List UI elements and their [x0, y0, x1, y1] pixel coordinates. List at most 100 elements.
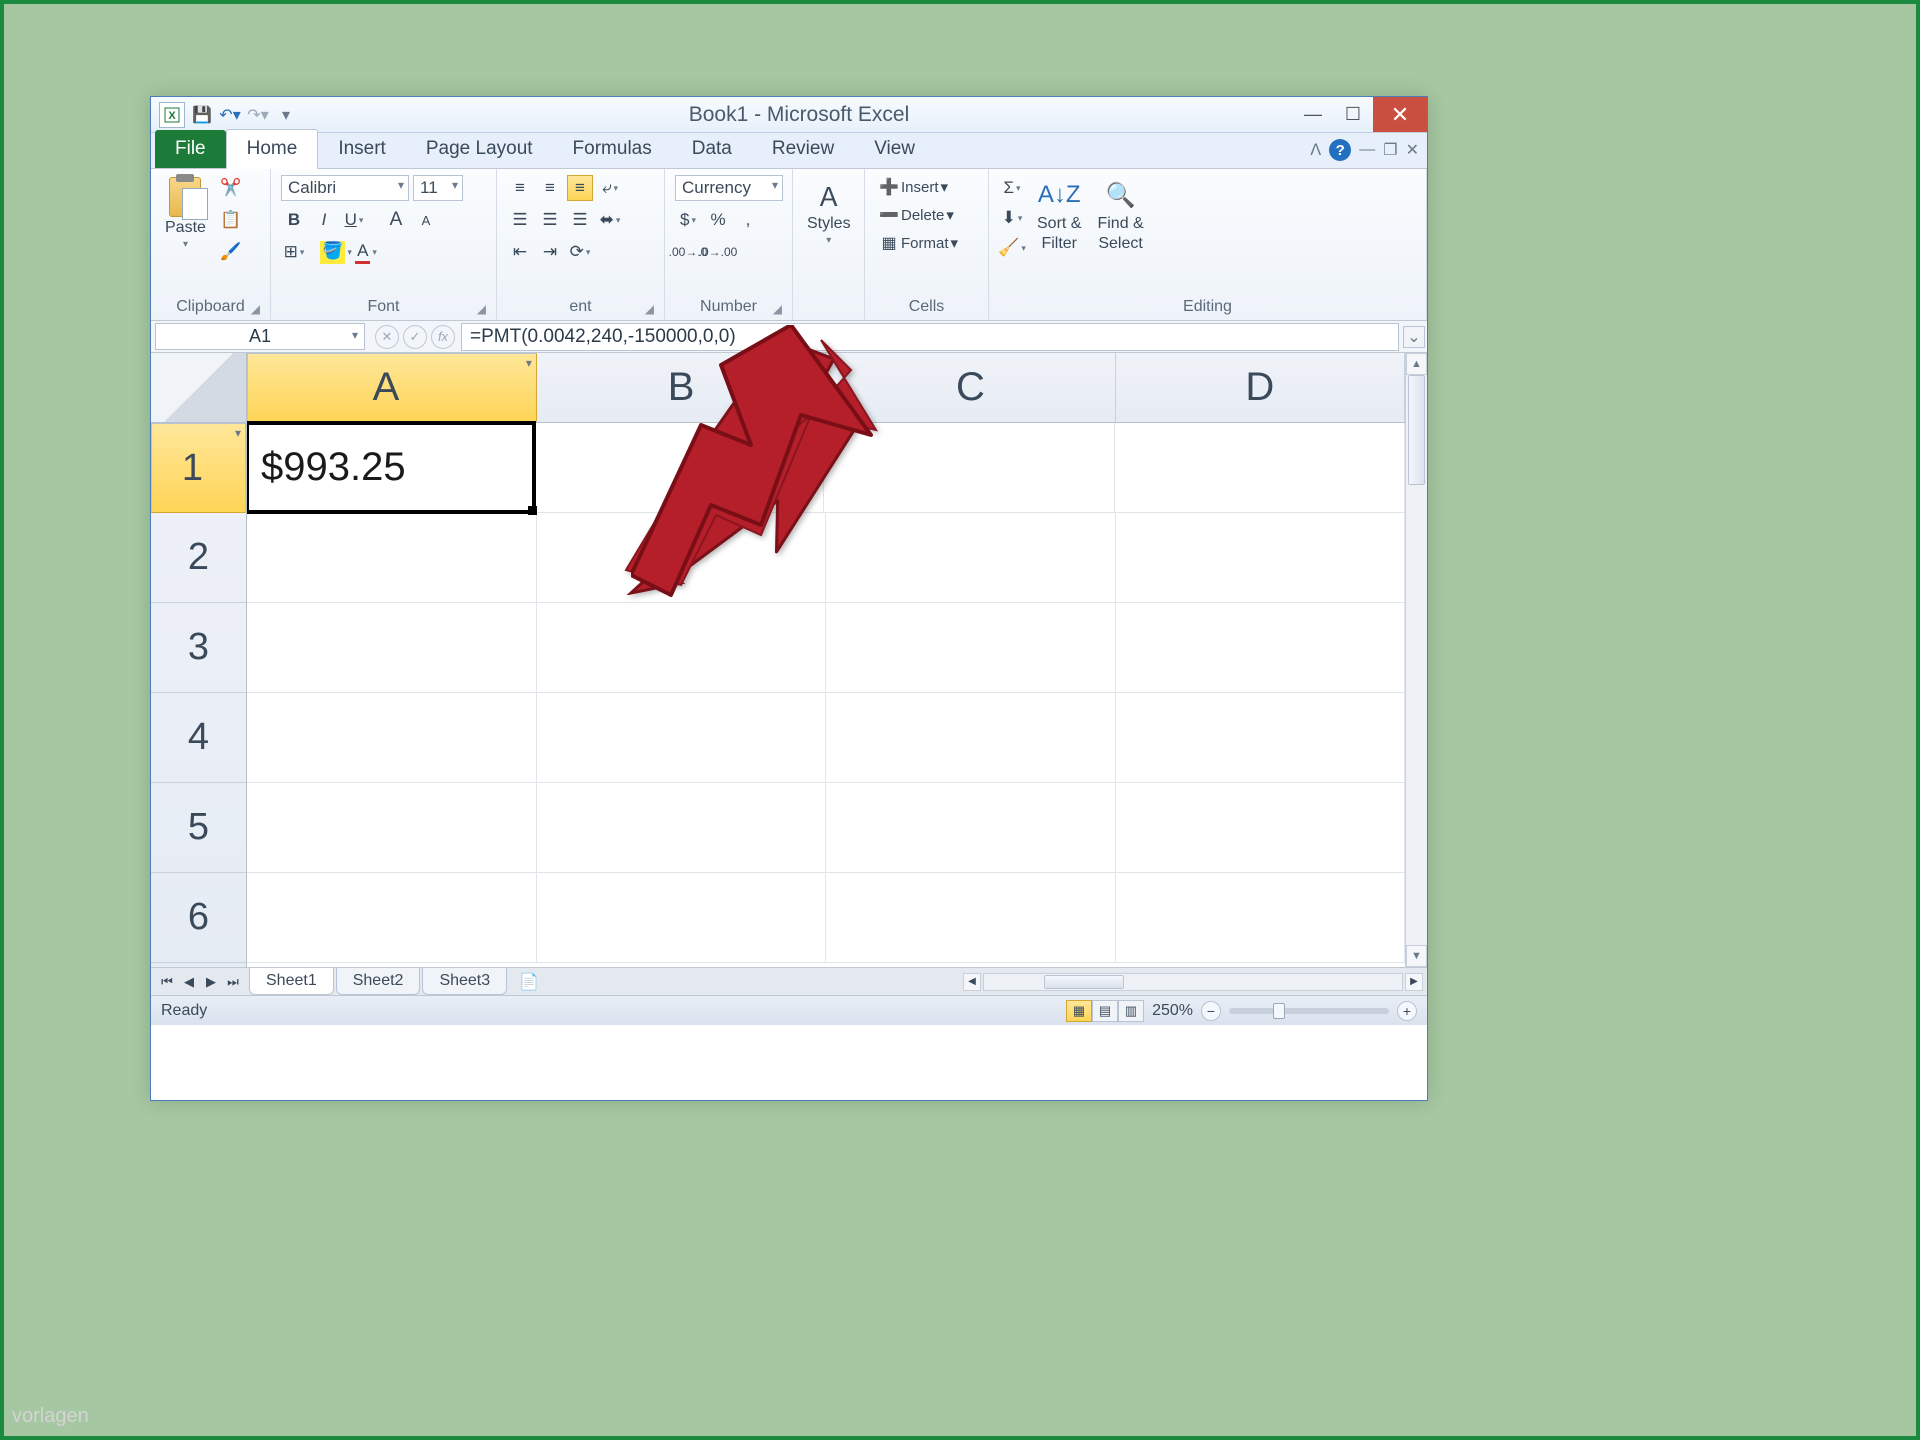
- font-color-button[interactable]: A: [353, 239, 379, 265]
- expand-formula-bar-button[interactable]: ⌄: [1403, 326, 1425, 348]
- workbook-close-icon[interactable]: ✕: [1406, 140, 1419, 160]
- zoom-thumb[interactable]: [1273, 1003, 1285, 1019]
- name-box[interactable]: A1: [155, 323, 365, 350]
- delete-cells-button[interactable]: ➖Delete ▾: [875, 203, 958, 227]
- currency-button[interactable]: $: [675, 207, 701, 233]
- shrink-font-button[interactable]: A: [413, 207, 439, 233]
- col-header-d[interactable]: D: [1116, 353, 1405, 422]
- cell-d6[interactable]: [1116, 873, 1406, 962]
- zoom-slider[interactable]: [1229, 1008, 1389, 1014]
- cell-a5[interactable]: [247, 783, 537, 872]
- italic-button[interactable]: I: [311, 207, 337, 233]
- workbook-restore-icon[interactable]: ❐: [1383, 140, 1397, 160]
- enter-formula-button[interactable]: ✓: [403, 325, 427, 349]
- tab-view[interactable]: View: [854, 130, 935, 168]
- cell-a2[interactable]: [247, 513, 537, 602]
- cell-a4[interactable]: [247, 693, 537, 782]
- tab-review[interactable]: Review: [752, 130, 854, 168]
- align-bottom-button[interactable]: ≡: [567, 175, 593, 201]
- undo-icon[interactable]: ↶▾: [219, 104, 241, 126]
- col-header-b[interactable]: B: [537, 353, 826, 422]
- first-sheet-button[interactable]: ⏮: [157, 972, 177, 992]
- last-sheet-button[interactable]: ⏭: [223, 972, 243, 992]
- scroll-left-button[interactable]: ◀: [963, 973, 981, 991]
- font-name-select[interactable]: Calibri: [281, 175, 409, 201]
- cell-d2[interactable]: [1116, 513, 1406, 602]
- row-header-4[interactable]: 4: [151, 693, 246, 783]
- cell-grid[interactable]: A B C D $993.25: [247, 353, 1405, 967]
- next-sheet-button[interactable]: ▶: [201, 972, 221, 992]
- formula-input[interactable]: =PMT(0.0042,240,-150000,0,0): [461, 323, 1399, 351]
- cell-d5[interactable]: [1116, 783, 1406, 872]
- increase-decimal-button[interactable]: .00→.0: [675, 239, 701, 265]
- tab-formulas[interactable]: Formulas: [553, 130, 672, 168]
- cell-d3[interactable]: [1116, 603, 1406, 692]
- autosum-button[interactable]: Σ: [999, 175, 1025, 201]
- zoom-out-button[interactable]: −: [1201, 1001, 1221, 1021]
- vscroll-thumb[interactable]: [1408, 375, 1425, 485]
- wrap-text-button[interactable]: ⤶: [597, 175, 623, 201]
- align-left-button[interactable]: ☰: [507, 207, 533, 233]
- copy-icon[interactable]: 📋: [218, 207, 244, 233]
- decrease-decimal-button[interactable]: .0→.00: [705, 239, 731, 265]
- hscroll-track[interactable]: [983, 973, 1403, 991]
- excel-icon[interactable]: X: [159, 102, 185, 128]
- percent-button[interactable]: %: [705, 207, 731, 233]
- dialog-launcher-icon[interactable]: ◢: [645, 302, 654, 316]
- minimize-button[interactable]: —: [1293, 97, 1333, 132]
- qat-customize-icon[interactable]: ▾: [275, 104, 297, 126]
- tab-insert[interactable]: Insert: [318, 130, 406, 168]
- cell-a6[interactable]: [247, 873, 537, 962]
- styles-button[interactable]: Ａ Styles ▾: [803, 175, 855, 248]
- cell-c2[interactable]: [826, 513, 1116, 602]
- cell-c3[interactable]: [826, 603, 1116, 692]
- prev-sheet-button[interactable]: ◀: [179, 972, 199, 992]
- cell-a1[interactable]: $993.25: [247, 421, 536, 514]
- fill-color-button[interactable]: 🪣: [323, 239, 349, 265]
- cell-a3[interactable]: [247, 603, 537, 692]
- vertical-scrollbar[interactable]: ▲ ▼: [1405, 353, 1427, 967]
- sheet-tab-2[interactable]: Sheet2: [336, 968, 421, 995]
- dialog-launcher-icon[interactable]: ◢: [251, 302, 260, 316]
- cell-b1[interactable]: [534, 423, 824, 512]
- row-header-5[interactable]: 5: [151, 783, 246, 873]
- tab-home[interactable]: Home: [226, 129, 319, 169]
- increase-indent-button[interactable]: ⇥: [537, 239, 563, 265]
- save-icon[interactable]: 💾: [191, 104, 213, 126]
- zoom-in-button[interactable]: +: [1397, 1001, 1417, 1021]
- align-right-button[interactable]: ☰: [567, 207, 593, 233]
- clear-button[interactable]: 🧹: [999, 235, 1025, 261]
- format-painter-icon[interactable]: 🖌️: [218, 239, 244, 265]
- new-sheet-button[interactable]: 📄: [509, 968, 549, 996]
- cell-c6[interactable]: [826, 873, 1116, 962]
- workbook-minimize-icon[interactable]: —: [1359, 141, 1375, 159]
- close-button[interactable]: ✕: [1373, 97, 1427, 132]
- scroll-down-button[interactable]: ▼: [1406, 945, 1427, 967]
- cell-c4[interactable]: [826, 693, 1116, 782]
- cell-b4[interactable]: [537, 693, 827, 782]
- redo-icon[interactable]: ↷▾: [247, 104, 269, 126]
- help-icon[interactable]: ?: [1329, 139, 1351, 161]
- scroll-right-button[interactable]: ▶: [1405, 973, 1423, 991]
- sheet-tab-1[interactable]: Sheet1: [249, 968, 334, 995]
- cell-b2[interactable]: [537, 513, 827, 602]
- col-header-c[interactable]: C: [826, 353, 1115, 422]
- row-header-1[interactable]: 1: [151, 423, 246, 513]
- cell-c1[interactable]: [824, 423, 1114, 512]
- font-size-select[interactable]: 11: [413, 175, 463, 201]
- cell-b5[interactable]: [537, 783, 827, 872]
- minimize-ribbon-icon[interactable]: ᐱ: [1310, 140, 1321, 160]
- page-layout-view-button[interactable]: ▤: [1092, 1000, 1118, 1022]
- find-select-button[interactable]: 🔍 Find & Select: [1093, 175, 1147, 255]
- horizontal-scrollbar[interactable]: ◀ ▶: [549, 973, 1427, 991]
- sheet-tab-3[interactable]: Sheet3: [422, 968, 507, 995]
- dialog-launcher-icon[interactable]: ◢: [773, 302, 782, 316]
- underline-button[interactable]: U: [341, 207, 367, 233]
- scroll-up-button[interactable]: ▲: [1406, 353, 1427, 375]
- merge-center-button[interactable]: ⬌: [597, 207, 623, 233]
- format-cells-button[interactable]: ▦Format ▾: [875, 231, 962, 255]
- orientation-button[interactable]: ⟳: [567, 239, 593, 265]
- align-center-button[interactable]: ☰: [537, 207, 563, 233]
- select-all-corner[interactable]: [151, 353, 246, 423]
- hscroll-thumb[interactable]: [1044, 975, 1124, 989]
